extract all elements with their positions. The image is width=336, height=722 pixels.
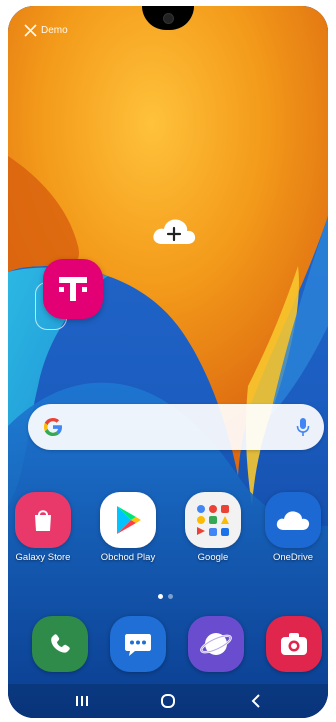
front-camera — [163, 13, 174, 24]
google-search-bar[interactable] — [28, 404, 324, 450]
dock-phone[interactable] — [32, 616, 88, 672]
messages-icon — [125, 634, 151, 656]
demo-exit[interactable]: Demo — [24, 24, 68, 37]
wallpaper — [8, 6, 328, 718]
recents-button[interactable] — [70, 692, 94, 710]
camera-icon — [281, 633, 307, 655]
app-label: Google — [197, 552, 229, 563]
recents-icon — [76, 696, 88, 706]
google-folder-icon — [185, 492, 241, 548]
back-icon — [251, 694, 260, 708]
page-dot-active — [158, 594, 163, 599]
back-button[interactable] — [244, 692, 268, 710]
cloud-plus-icon[interactable] — [150, 214, 198, 248]
dock-messages[interactable] — [110, 616, 166, 672]
page-indicator — [158, 594, 173, 599]
app-google-folder[interactable]: Google — [180, 492, 246, 563]
phone-screen: Demo Galaxy Store Obchod Play Google One… — [8, 6, 328, 718]
navigation-bar — [8, 684, 328, 718]
shopping-bag-icon — [15, 492, 71, 548]
cloud-icon — [265, 492, 321, 548]
demo-label: Demo — [41, 25, 68, 36]
google-g-icon — [44, 418, 62, 436]
close-icon — [24, 24, 37, 37]
dock-camera[interactable] — [266, 616, 322, 672]
app-galaxy-store[interactable]: Galaxy Store — [10, 492, 76, 563]
play-store-icon — [100, 492, 156, 548]
app-label: Obchod Play — [100, 552, 156, 563]
home-icon — [161, 694, 175, 708]
app-obchod-play[interactable]: Obchod Play — [95, 492, 161, 563]
internet-icon — [200, 633, 232, 655]
app-label: OneDrive — [272, 552, 314, 563]
dock-internet[interactable] — [188, 616, 244, 672]
tmobile-logo-icon — [59, 277, 87, 301]
app-label: Galaxy Store — [15, 552, 71, 563]
page-dot — [168, 594, 173, 599]
tmobile-app[interactable] — [43, 259, 103, 319]
home-button[interactable] — [156, 692, 180, 710]
phone-icon — [51, 634, 70, 653]
app-onedrive[interactable]: OneDrive — [260, 492, 326, 563]
microphone-icon[interactable] — [296, 417, 310, 437]
